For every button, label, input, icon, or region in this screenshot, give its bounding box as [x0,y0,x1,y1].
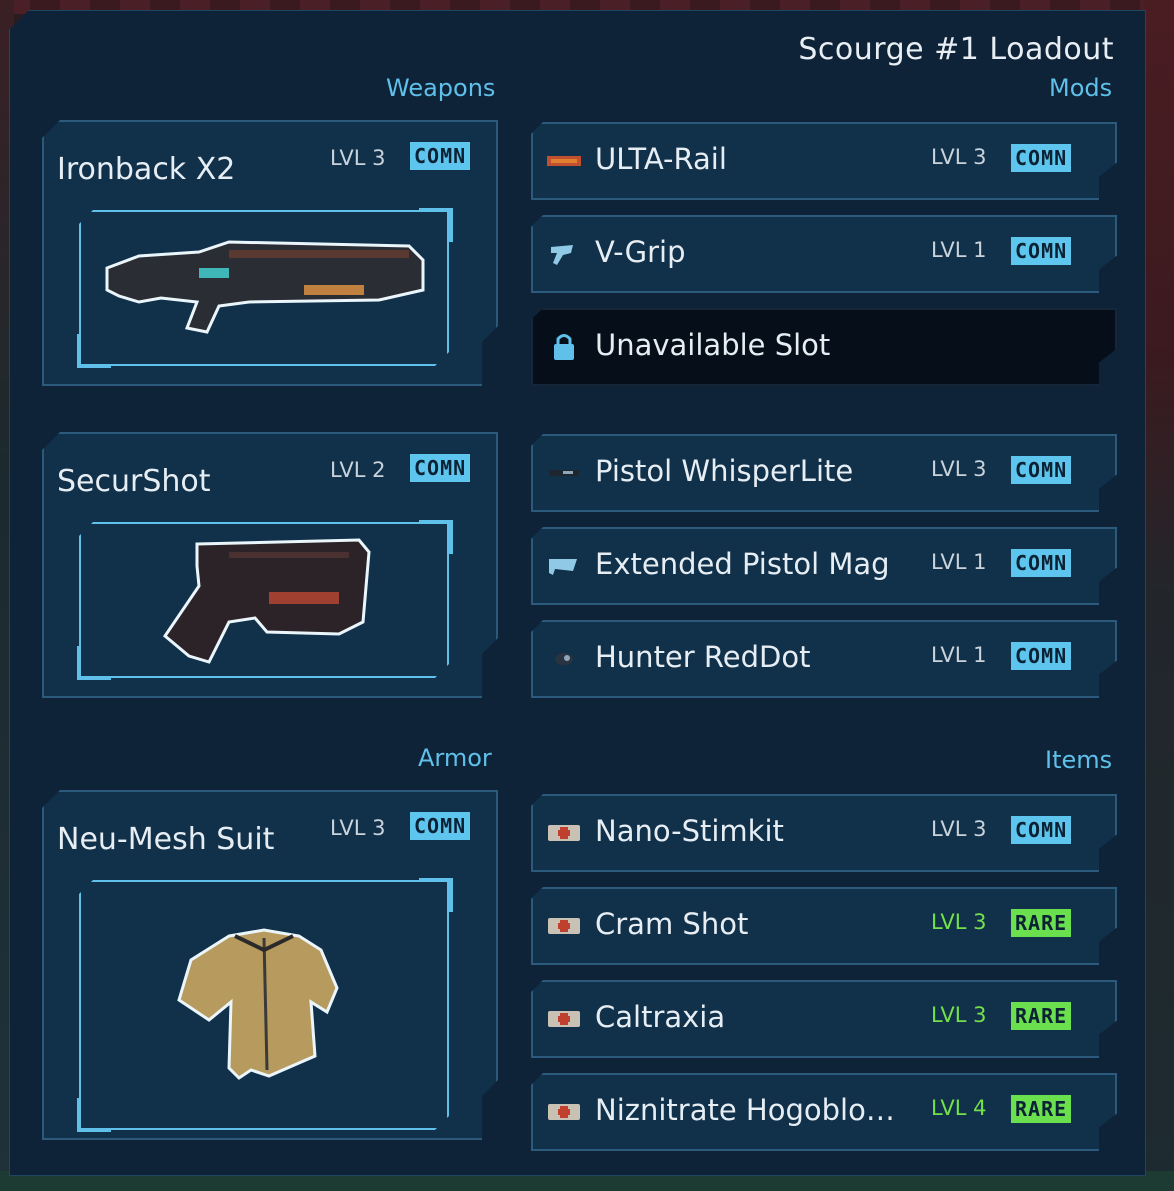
medkit-icon [545,1097,583,1127]
mod-slot-silencer[interactable]: Pistol WhisperLite LVL 3 COMN [531,434,1117,512]
weapon-image-frame [79,210,449,366]
armor-card[interactable]: Neu-Mesh Suit LVL 3 COMN [42,790,498,1140]
mod-slot-unavailable: Unavailable Slot [531,308,1117,386]
sight-mod-icon [545,644,583,674]
rarity-badge: COMN [1011,237,1071,265]
mod-name: Pistol WhisperLite [595,454,854,488]
rarity-badge: COMN [1011,549,1071,577]
rarity-badge: COMN [1011,456,1071,484]
weapon-image-frame [79,522,449,678]
rarity-badge: RARE [1011,909,1071,937]
magazine-mod-icon [545,551,583,581]
item-slot-2[interactable]: Cram Shot LVL 3 RARE [531,887,1117,965]
weapon-level: LVL 3 [330,146,386,170]
item-name: Niznitrate Hogoblo… [595,1093,895,1127]
medkit-icon [545,911,583,941]
item-slot-3[interactable]: Caltraxia LVL 3 RARE [531,980,1117,1058]
item-level: LVL 3 [931,910,987,934]
item-name: Caltraxia [595,1000,726,1034]
shotgun-icon [79,210,449,366]
weapon-level: LVL 2 [330,458,386,482]
rarity-badge: COMN [1011,642,1071,670]
section-items: Items [1045,746,1113,774]
rarity-badge: COMN [410,454,470,482]
mod-slot-sight[interactable]: Hunter RedDot LVL 1 COMN [531,620,1117,698]
background-right [1144,0,1174,1191]
grip-mod-icon [545,239,583,269]
section-armor: Armor [418,744,492,772]
item-slot-4[interactable]: Niznitrate Hogoblo… LVL 4 RARE [531,1073,1117,1151]
loadout-title: Scourge #1 Loadout [798,32,1114,67]
rail-mod-icon [545,146,583,176]
mod-name: ULTA-Rail [595,142,727,176]
rarity-badge: RARE [1011,1002,1071,1030]
armor-vest-icon [79,880,449,1130]
weapon-name: SecurShot [57,464,211,499]
rarity-badge: COMN [1011,816,1071,844]
armor-level: LVL 3 [330,816,386,840]
silencer-mod-icon [545,458,583,488]
medkit-icon [545,818,583,848]
item-slot-1[interactable]: Nano-Stimkit LVL 3 COMN [531,794,1117,872]
mod-level: LVL 3 [931,457,987,481]
mod-slot-rail[interactable]: ULTA-Rail LVL 3 COMN [531,122,1117,200]
weapon-card-primary[interactable]: Ironback X2 LVL 3 COMN [42,120,498,386]
medkit-icon [545,1004,583,1034]
mod-slot-magazine[interactable]: Extended Pistol Mag LVL 1 COMN [531,527,1117,605]
section-mods: Mods [1049,74,1113,102]
armor-image-frame [79,880,449,1130]
mod-slot-grip[interactable]: V-Grip LVL 1 COMN [531,215,1117,293]
weapon-card-secondary[interactable]: SecurShot LVL 2 COMN [42,432,498,698]
item-level: LVL 4 [931,1096,987,1120]
mod-name: Hunter RedDot [595,640,811,674]
mod-level: LVL 3 [931,145,987,169]
rarity-badge: COMN [410,812,470,840]
item-level: LVL 3 [931,1003,987,1027]
mod-level: LVL 1 [931,643,987,667]
pistol-icon [79,522,449,678]
item-name: Nano-Stimkit [595,814,784,848]
mod-level: LVL 1 [931,238,987,262]
weapon-name: Ironback X2 [57,152,236,187]
mod-name: Extended Pistol Mag [595,547,890,581]
mod-level: LVL 1 [931,550,987,574]
rarity-badge: RARE [1011,1095,1071,1123]
rarity-badge: COMN [1011,144,1071,172]
section-weapons: Weapons [386,74,496,102]
lock-icon [545,332,583,362]
mod-name: V-Grip [595,235,686,269]
rarity-badge: COMN [410,142,470,170]
item-name: Cram Shot [595,907,749,941]
armor-name: Neu-Mesh Suit [57,822,275,857]
mod-name: Unavailable Slot [595,328,831,362]
item-level: LVL 3 [931,817,987,841]
